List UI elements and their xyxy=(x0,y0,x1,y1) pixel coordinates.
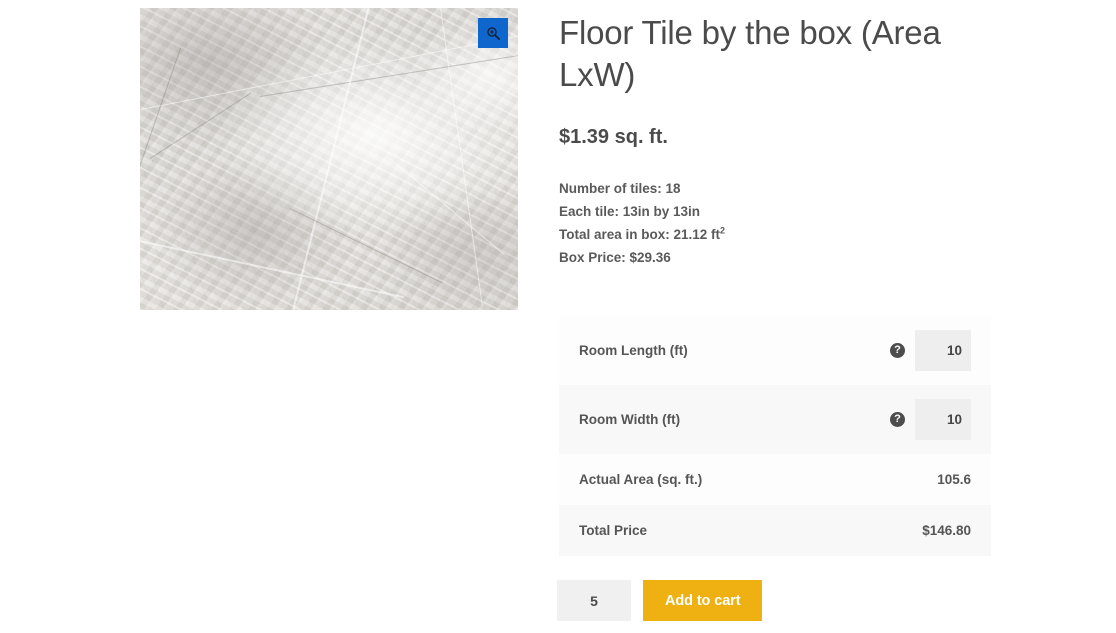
room-length-input[interactable] xyxy=(915,330,971,371)
marble-vein xyxy=(140,48,181,200)
product-image[interactable] xyxy=(140,8,518,310)
marble-vein xyxy=(140,238,404,299)
marble-vein xyxy=(289,208,443,284)
product-description: Number of tiles: 18 Each tile: 13in by 1… xyxy=(559,149,999,270)
row-label: Room Length (ft) xyxy=(579,343,688,358)
area-exponent: 2 xyxy=(720,225,726,236)
magnifier-plus-icon xyxy=(486,26,500,40)
table-row: Room Length (ft) ? xyxy=(559,316,991,385)
help-icon[interactable]: ? xyxy=(890,412,905,427)
tiles-count: Number of tiles: 18 xyxy=(559,180,681,196)
marble-vein xyxy=(290,8,372,310)
total-area-in-box: Total area in box: 21.12 ft2 xyxy=(559,223,999,246)
quantity-input[interactable] xyxy=(557,580,631,621)
marble-vein xyxy=(389,158,505,256)
table-row: Total Price $146.80 xyxy=(559,505,991,556)
image-zoom-button[interactable] xyxy=(478,18,508,48)
total-area-label: Total area in box: 21.12 ft xyxy=(559,227,721,243)
actual-area-value: 105.6 xyxy=(937,472,971,487)
product-title: Floor Tile by the box (Area LxW) xyxy=(559,14,941,93)
table-row: Room Width (ft) ? xyxy=(559,385,991,454)
row-value: ? xyxy=(807,316,991,385)
row-value: ? xyxy=(807,385,991,454)
marble-vein xyxy=(150,92,252,159)
cart-controls: Add to cart xyxy=(557,580,763,621)
calculator-rows: Room Length (ft) ? Room Width (ft) ? Act… xyxy=(559,316,991,556)
row-label: Room Width (ft) xyxy=(579,412,681,427)
add-to-cart-button[interactable]: Add to cart xyxy=(643,580,763,621)
table-row: Actual Area (sq. ft.) 105.6 xyxy=(559,454,991,505)
help-icon[interactable]: ? xyxy=(890,343,905,358)
marble-vein xyxy=(140,30,518,114)
row-label: Actual Area (sq. ft.) xyxy=(579,472,703,487)
area-calculator-table: Room Length (ft) ? Room Width (ft) ? Act… xyxy=(559,316,991,556)
product-gallery xyxy=(140,8,518,310)
box-price: Box Price: $29.36 xyxy=(559,250,671,266)
marble-vein xyxy=(260,52,518,97)
row-label: Total Price xyxy=(579,523,648,538)
room-width-input[interactable] xyxy=(915,399,971,440)
product-details: Floor Tile by the box (Area LxW) $1.39 s… xyxy=(559,0,999,270)
row-control-group: ? xyxy=(827,330,971,371)
tile-size: Each tile: 13in by 13in xyxy=(559,204,701,220)
total-price-value: $146.80 xyxy=(922,523,971,538)
row-control-group: ? xyxy=(827,399,971,440)
marble-vein xyxy=(440,8,483,306)
product-price: $1.39 sq. ft. xyxy=(559,125,668,148)
